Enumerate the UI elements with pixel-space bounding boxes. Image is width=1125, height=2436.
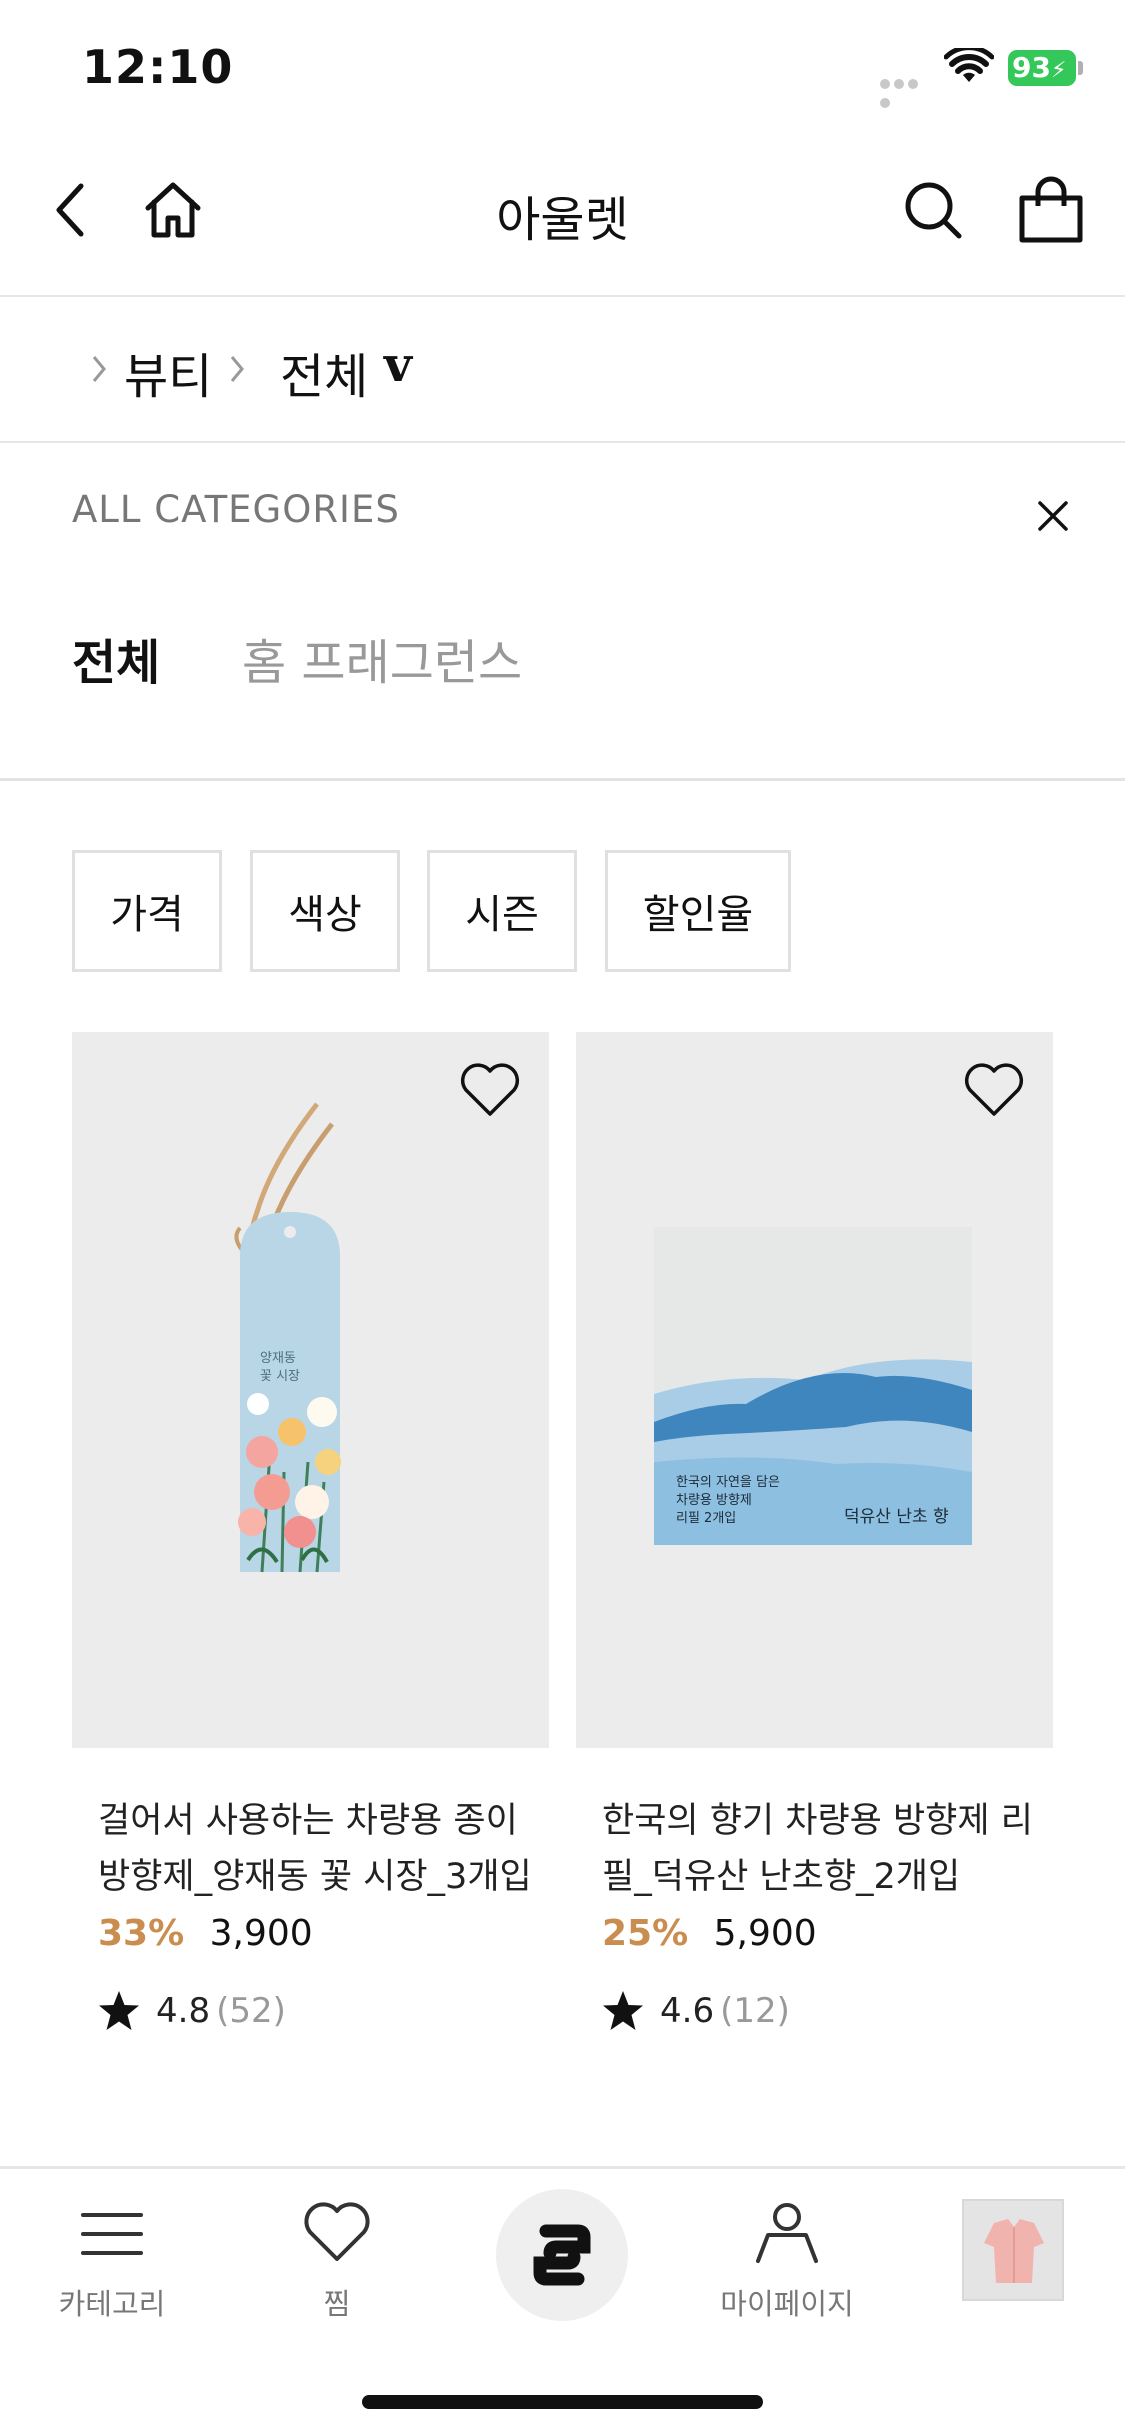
breadcrumb-item-all[interactable]: 전체 [280, 337, 368, 407]
product-card[interactable]: 한국의 자연을 담은 차량용 방향제 리필 2개입 덕유산 난초 향 한국의 향… [576, 1032, 1053, 2034]
close-icon[interactable] [1030, 493, 1076, 539]
home-indicator [362, 2395, 763, 2409]
tag-caption-line2: 꽃 시장 [260, 1369, 300, 1384]
price: 5,900 [713, 1913, 817, 1954]
status-bar: 12:10 93⚡ [0, 0, 1125, 135]
rating-value: 4.8 [156, 1991, 211, 2031]
tag-caption-line1: 양재동 [260, 1351, 296, 1366]
chevron-right-icon [92, 356, 106, 382]
battery-icon: 93⚡ [1008, 50, 1084, 86]
discount-rate: 33% [98, 1913, 185, 1954]
box-caption-right: 덕유산 난초 향 [844, 1507, 949, 1527]
product-name-line1: 걸어서 사용하는 차량용 종이 [98, 1801, 518, 1841]
pajama-thumbnail-image [984, 2219, 1044, 2283]
status-time: 12:10 [82, 40, 234, 94]
product-card[interactable]: 양재동 꽃 시장 걸어서 사용하는 차량용 종이 방향제_양재동 꽃 시장_3개… [72, 1032, 549, 2034]
heart-icon [304, 2202, 370, 2261]
rating-row: 4.6 (12) [576, 1988, 1053, 2034]
star-icon [99, 1991, 139, 2030]
tab-mypage[interactable]: 마이페이지 [692, 2199, 882, 2323]
product-image[interactable]: 양재동 꽃 시장 [72, 1032, 549, 1748]
price-row: 33% 3,900 [72, 1913, 549, 1954]
filter-bar: 가격 색상 시즌 할인율 [0, 850, 1125, 972]
price: 3,900 [209, 1913, 313, 1954]
refill-box-illustration: 한국의 자연을 담은 차량용 방향제 리필 2개입 덕유산 난초 향 [654, 1227, 972, 1545]
brand-home-button[interactable] [496, 2189, 628, 2321]
recent-item-thumbnail[interactable] [962, 2199, 1064, 2301]
battery-level: 93 [1012, 51, 1051, 84]
filter-season-button[interactable]: 시즌 [427, 850, 577, 972]
air-freshener-tag-illustration: 양재동 꽃 시장 [234, 1102, 341, 1573]
discount-rate: 25% [602, 1913, 689, 1954]
search-icon[interactable] [898, 175, 968, 245]
product-image[interactable]: 한국의 자연을 담은 차량용 방향제 리필 2개입 덕유산 난초 향 [576, 1032, 1053, 1748]
star-icon [603, 1991, 643, 2030]
category-tab-home-fragrance[interactable]: 홈 프래그런스 [242, 623, 522, 693]
breadcrumb: 뷰티 전체 v [0, 297, 1125, 443]
tab-label: 찜 [323, 2287, 351, 2321]
breadcrumb-dropdown-icon[interactable]: v [384, 337, 412, 393]
product-name[interactable]: 한국의 향기 차량용 방향제 리 필_덕유산 난초향_2개입 [576, 1793, 1053, 1905]
tab-wishlist[interactable]: 찜 [242, 2199, 432, 2323]
filter-price-button[interactable]: 가격 [72, 850, 222, 972]
top-navigation: 아울렛 [0, 135, 1125, 297]
box-caption-line3: 리필 2개입 [676, 1511, 736, 1526]
box-caption-line2: 차량용 방향제 [676, 1493, 752, 1508]
product-name-line2: 필_덕유산 난초향_2개입 [602, 1857, 961, 1897]
signal-dots-icon [880, 74, 934, 108]
category-panel: ALL CATEGORIES 전체 홈 프래그런스 [0, 443, 1125, 781]
filter-discount-button[interactable]: 할인율 [605, 850, 791, 972]
box-caption-line1: 한국의 자연을 담은 [676, 1475, 780, 1490]
price-row: 25% 5,900 [576, 1913, 1053, 1954]
brand-logo-icon [533, 2224, 591, 2286]
product-name[interactable]: 걸어서 사용하는 차량용 종이 방향제_양재동 꽃 시장_3개입 [72, 1793, 549, 1905]
product-name-line1: 한국의 향기 차량용 방향제 리 [602, 1801, 1033, 1841]
category-tab-all[interactable]: 전체 [72, 623, 160, 693]
review-count: (12) [720, 1991, 790, 2031]
product-name-line2: 방향제_양재동 꽃 시장_3개입 [98, 1857, 532, 1897]
menu-icon [81, 2213, 143, 2255]
shopping-bag-icon[interactable] [1016, 175, 1086, 245]
tab-label: 마이페이지 [720, 2287, 854, 2321]
rating-row: 4.8 (52) [72, 1988, 549, 2034]
review-count: (52) [216, 1991, 286, 2031]
wifi-icon [944, 48, 994, 82]
user-icon [756, 2203, 818, 2263]
category-heading: ALL CATEGORIES [72, 488, 400, 531]
rating-value: 4.6 [660, 1991, 715, 2031]
chevron-right-icon [230, 356, 244, 382]
tab-category[interactable]: 카테고리 [17, 2199, 207, 2323]
filter-color-button[interactable]: 색상 [250, 850, 400, 972]
breadcrumb-item-beauty[interactable]: 뷰티 [124, 337, 212, 407]
tab-label: 카테고리 [58, 2287, 166, 2321]
wishlist-heart-icon[interactable] [459, 1062, 521, 1118]
wishlist-heart-icon[interactable] [963, 1062, 1025, 1118]
